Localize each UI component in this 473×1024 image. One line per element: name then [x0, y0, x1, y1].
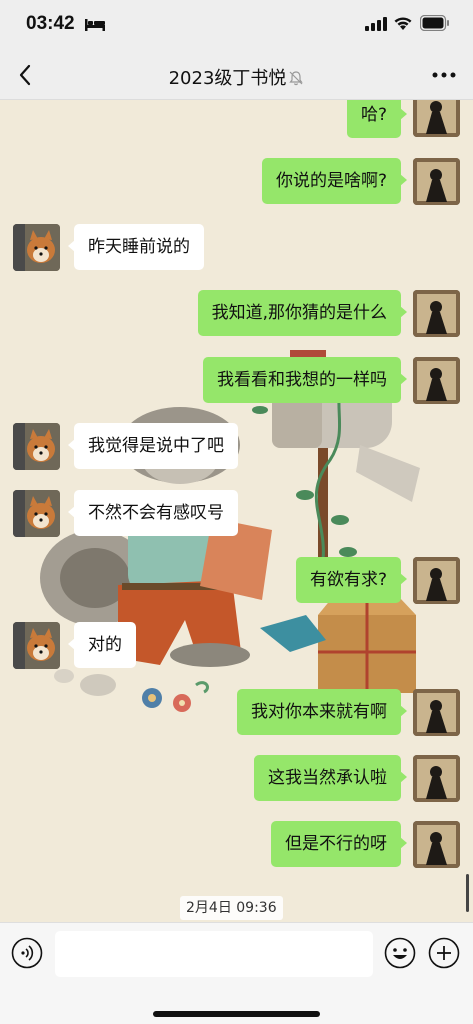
shiba-dog-avatar-icon — [13, 622, 60, 669]
message-bubble[interactable]: 你说的是啥啊? — [261, 158, 408, 204]
message-row: 我知道,那你猜的是什么 — [0, 290, 473, 340]
avatar[interactable] — [413, 158, 460, 205]
nav-bar: 2023级丁书悦 — [0, 50, 473, 100]
message-bubble[interactable]: 我看看和我想的一样吗 — [203, 357, 407, 403]
avatar[interactable] — [413, 290, 460, 337]
more-functions-button[interactable] — [428, 937, 460, 969]
message-row: 昨天睡前说的 — [0, 224, 473, 274]
message-timestamp: 2月4日 09:36 — [180, 896, 283, 920]
user-avatar-icon — [413, 290, 460, 337]
message-row: 我对你本来就有啊 — [0, 689, 473, 739]
avatar[interactable] — [413, 100, 460, 137]
more-options-button[interactable] — [431, 65, 457, 85]
user-avatar-icon — [413, 689, 460, 736]
message-bubble[interactable]: 我知道,那你猜的是什么 — [197, 290, 408, 336]
scrollbar[interactable] — [466, 874, 469, 912]
avatar[interactable] — [413, 689, 460, 736]
message-row: 我看看和我想的一样吗 — [0, 357, 473, 407]
chat-area[interactable]: 哈? 你说的是啥啊? 昨天睡前说的 我知道,那你猜的是什么 我看看和我想的一样吗 — [0, 100, 473, 922]
chat-title-wrap: 2023级丁书悦 — [0, 64, 473, 90]
shiba-dog-avatar-icon — [13, 490, 60, 537]
voice-input-button[interactable] — [11, 937, 43, 969]
message-bubble[interactable]: 昨天睡前说的 — [68, 224, 204, 270]
message-bubble[interactable]: 但是不行的呀 — [271, 821, 407, 867]
status-time: 03:42 — [26, 13, 75, 34]
voice-icon — [11, 937, 43, 969]
message-row: 对的 — [0, 622, 473, 672]
avatar[interactable] — [13, 224, 60, 271]
avatar[interactable] — [13, 423, 60, 470]
status-bar: 03:42 — [0, 0, 473, 50]
avatar[interactable] — [413, 821, 460, 868]
avatar[interactable] — [13, 490, 60, 537]
message-bubble[interactable]: 有欲有求? — [295, 557, 408, 603]
home-indicator[interactable] — [153, 1011, 320, 1017]
message-row: 这我当然承认啦 — [0, 755, 473, 805]
message-bubble[interactable]: 这我当然承认啦 — [254, 755, 407, 801]
more-dots-icon — [432, 72, 456, 78]
user-avatar-icon — [413, 755, 460, 802]
message-bubble[interactable]: 哈? — [346, 100, 408, 138]
user-avatar-icon — [413, 357, 460, 404]
sleep-focus-icon — [85, 19, 105, 31]
message-row: 不然不会有感叹号 — [0, 490, 473, 540]
avatar[interactable] — [413, 357, 460, 404]
message-row: 但是不行的呀 — [0, 821, 473, 871]
shiba-dog-avatar-icon — [13, 224, 60, 271]
message-bubble[interactable]: 不然不会有感叹号 — [68, 490, 238, 536]
message-row: 有欲有求? — [0, 557, 473, 607]
input-bar — [0, 922, 473, 1024]
message-bubble[interactable]: 我觉得是说中了吧 — [68, 423, 238, 469]
avatar[interactable] — [13, 622, 60, 669]
message-row: 你说的是啥啊? — [0, 158, 473, 208]
message-bubble[interactable]: 对的 — [68, 622, 136, 668]
shiba-dog-avatar-icon — [13, 423, 60, 470]
chat-title: 2023级丁书悦 — [168, 68, 287, 89]
emoji-button[interactable] — [384, 937, 416, 969]
message-input[interactable] — [55, 931, 373, 977]
user-avatar-icon — [413, 158, 460, 205]
user-avatar-icon — [413, 100, 460, 137]
avatar[interactable] — [413, 557, 460, 604]
battery-icon — [420, 15, 449, 31]
user-avatar-icon — [413, 821, 460, 868]
plus-icon — [428, 937, 460, 969]
user-avatar-icon — [413, 557, 460, 604]
avatar[interactable] — [413, 755, 460, 802]
message-row: 哈? — [0, 100, 473, 146]
emoji-icon — [384, 937, 416, 969]
message-row: 我觉得是说中了吧 — [0, 423, 473, 473]
mute-bell-icon — [289, 71, 304, 86]
cellular-signal-icon — [365, 17, 387, 31]
message-bubble[interactable]: 我对你本来就有啊 — [237, 689, 407, 735]
wifi-icon — [394, 17, 412, 30]
